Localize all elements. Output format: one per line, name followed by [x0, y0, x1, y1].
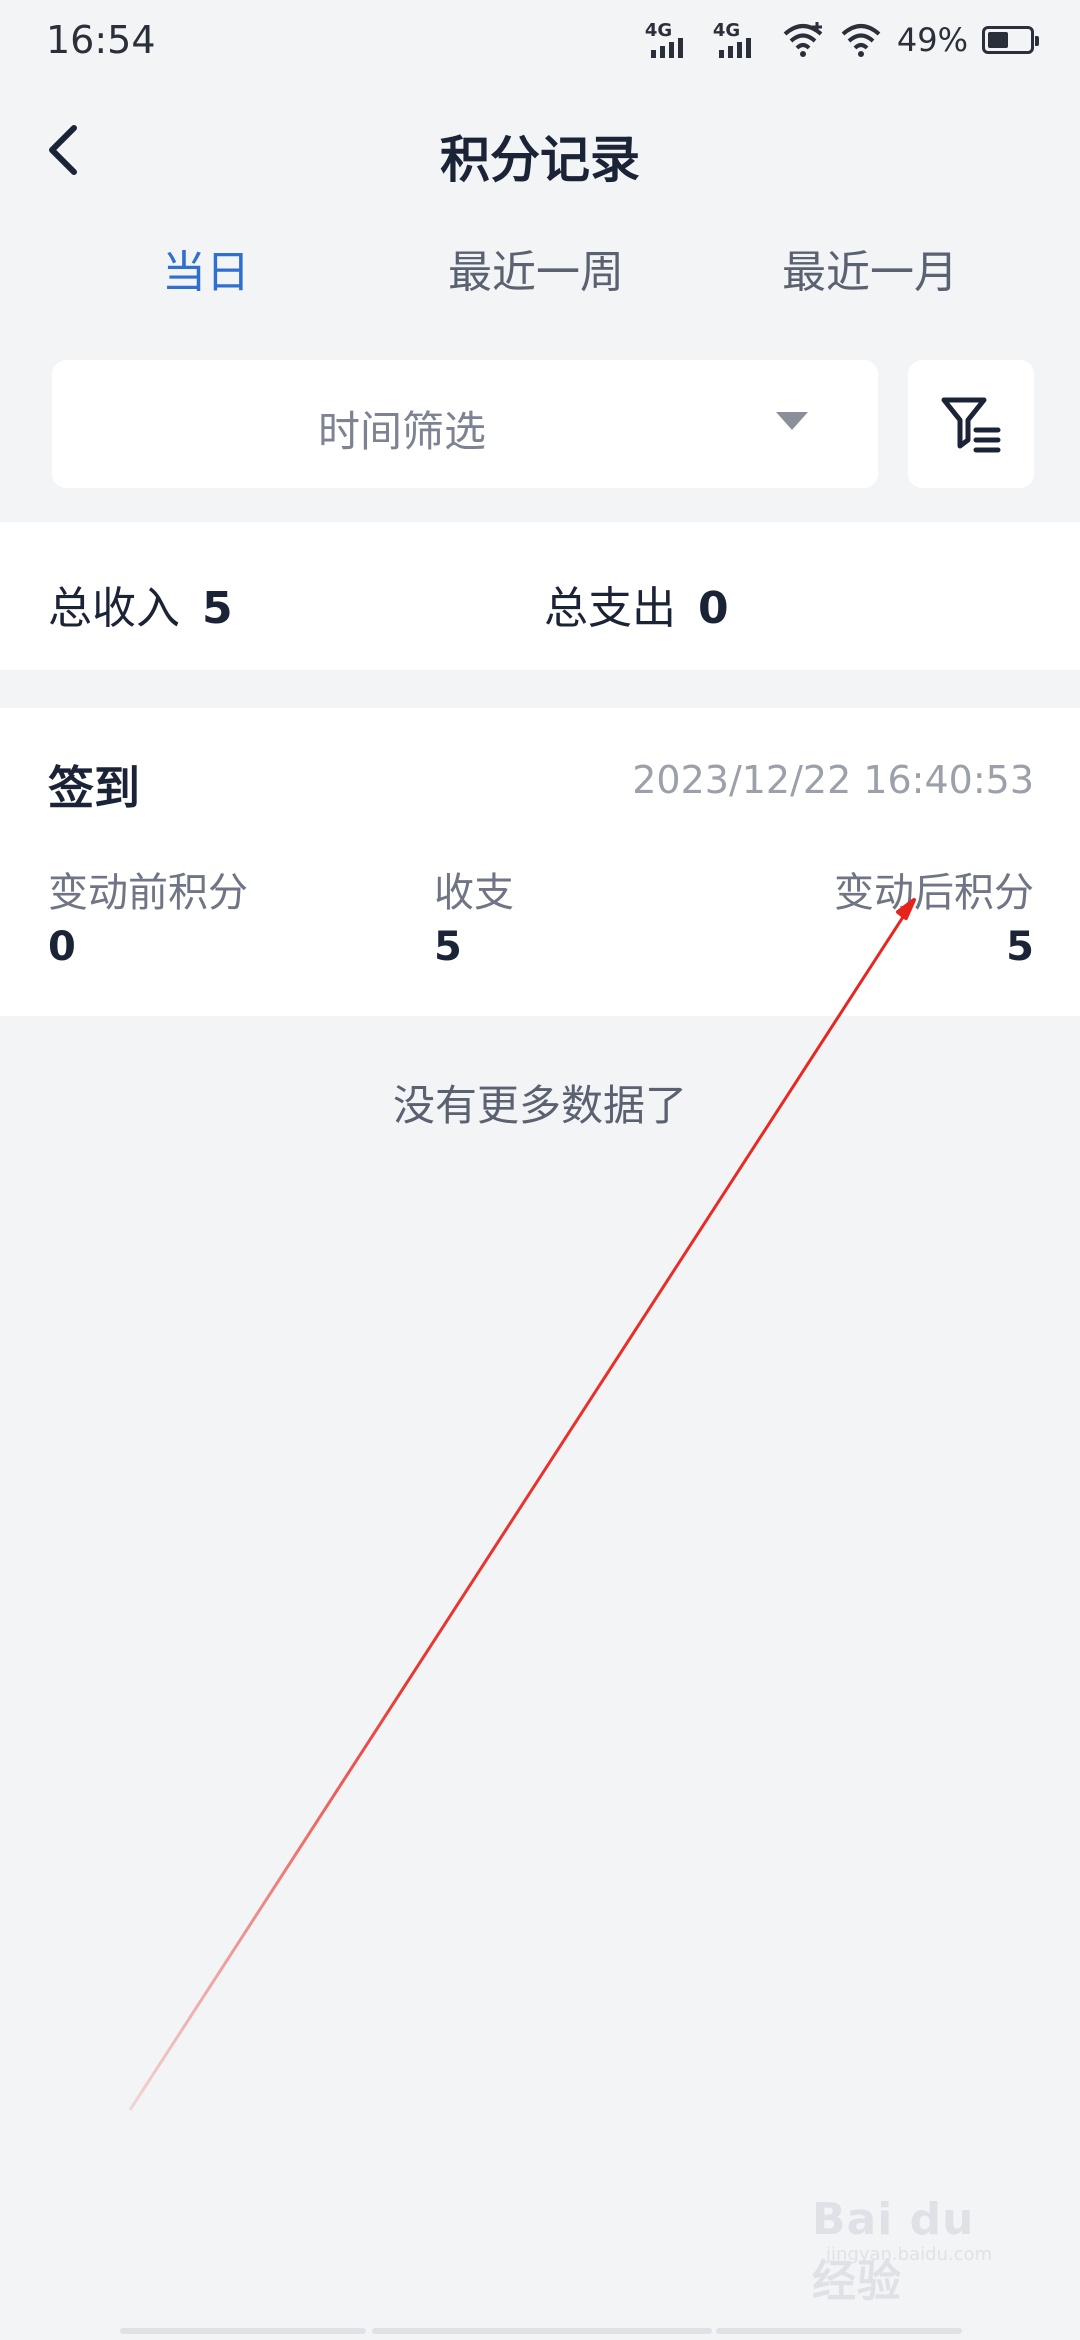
- bottom-bar-segment: [120, 2328, 366, 2334]
- baidu-watermark: Bai du 经验 jingyan.baidu.com: [812, 2186, 1022, 2307]
- annotation-arrow: [128, 898, 916, 2111]
- bottom-bar-segment: [716, 2328, 962, 2334]
- points-record-screen: 16:54 4G 4G 49% 积分记录 当日 最近一周 最近一月 时间筛选 总…: [0, 0, 1080, 2340]
- bottom-bar-segment: [372, 2328, 712, 2334]
- watermark-subtext: jingyan.baidu.com: [826, 2244, 993, 2265]
